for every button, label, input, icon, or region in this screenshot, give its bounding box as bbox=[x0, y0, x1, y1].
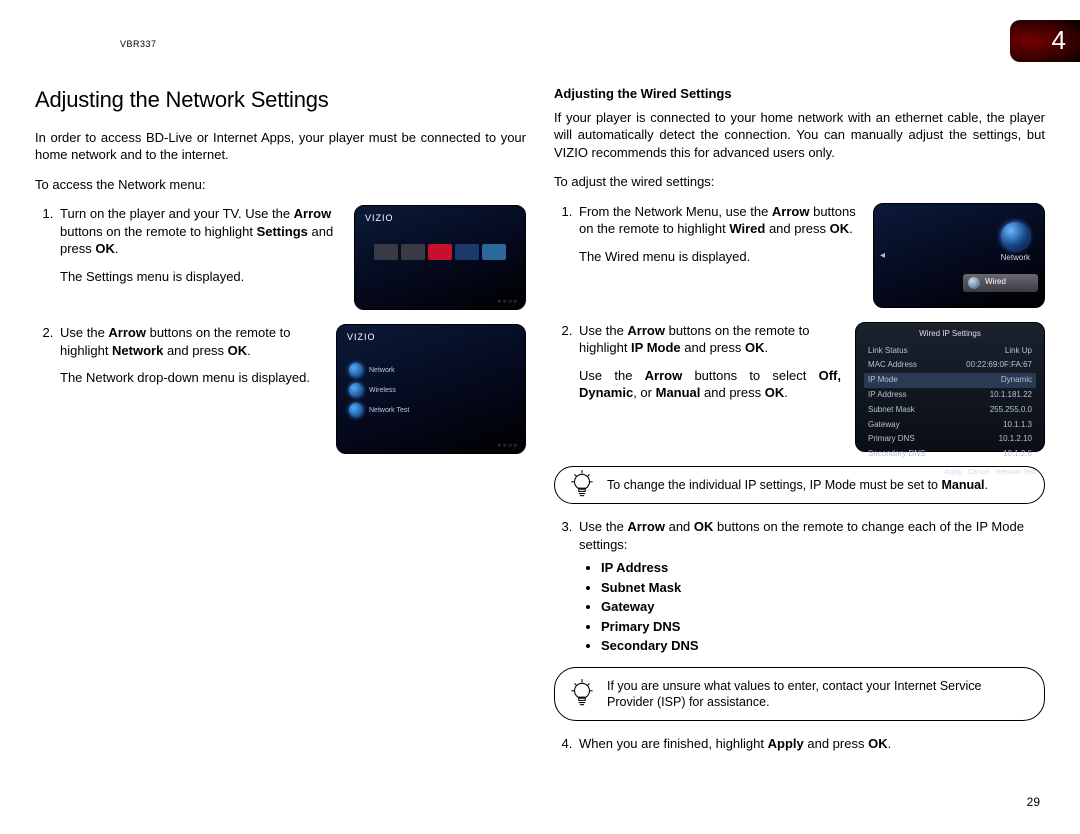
intro-paragraph: If your player is connected to your home… bbox=[554, 109, 1045, 162]
step-item: Use the Arrow buttons on the remote to h… bbox=[57, 324, 322, 387]
subsection-heading: Adjusting the Wired Settings bbox=[554, 85, 1045, 103]
ip-settings-title: Wired IP Settings bbox=[864, 329, 1036, 340]
step-item: Use the Arrow buttons on the remote to h… bbox=[576, 322, 841, 402]
app-icon bbox=[401, 244, 425, 260]
app-icon bbox=[374, 244, 398, 260]
wired-label: Wired bbox=[985, 277, 1006, 288]
arrow-icon: ◂ bbox=[880, 249, 885, 263]
step-item: From the Network Menu, use the Arrow but… bbox=[576, 203, 859, 266]
step-result: The Settings menu is displayed. bbox=[60, 268, 340, 286]
network-label: Network bbox=[1001, 253, 1030, 264]
step-sub: Use the Arrow buttons to select Off, Dyn… bbox=[579, 367, 841, 402]
step-item: Turn on the player and your TV. Use the … bbox=[57, 205, 340, 285]
step-result: The Network drop-down menu is displayed. bbox=[60, 369, 322, 387]
tip-box: To change the individual IP settings, IP… bbox=[554, 466, 1045, 504]
network-item: Network bbox=[1001, 222, 1030, 264]
list-item: IP Address bbox=[601, 559, 1045, 577]
lightbulb-icon bbox=[569, 678, 595, 710]
bottom-bar: ○ ○ ○ ○ bbox=[498, 298, 518, 306]
page-number: 29 bbox=[1027, 794, 1040, 810]
list-item: Primary DNS bbox=[601, 618, 1045, 636]
bottom-bar: ○ ○ ○ ○ bbox=[498, 442, 518, 450]
wired-icon bbox=[968, 277, 980, 289]
step-row: From the Network Menu, use the Arrow but… bbox=[554, 203, 1045, 308]
chapter-number: 4 bbox=[1052, 23, 1066, 58]
list-item: Gateway bbox=[601, 598, 1045, 616]
model-number: VBR337 bbox=[120, 38, 157, 50]
step-row: Use the Arrow buttons on the remote to h… bbox=[35, 324, 526, 454]
content-columns: Adjusting the Network Settings In order … bbox=[35, 85, 1045, 799]
access-label: To adjust the wired settings: bbox=[554, 173, 1045, 191]
screenshot-settings-menu: VIZIO ○ ○ ○ ○ bbox=[354, 205, 526, 310]
vizio-brand: VIZIO bbox=[365, 212, 394, 224]
menu-icon bbox=[349, 403, 363, 417]
right-column: Adjusting the Wired Settings If your pla… bbox=[554, 85, 1045, 799]
screenshot-network-menu: VIZIO Network Wireless Network Test ○ ○ … bbox=[336, 324, 526, 454]
menu-icon bbox=[349, 363, 363, 377]
step-item: When you are finished, highlight Apply a… bbox=[576, 735, 1045, 753]
access-label: To access the Network menu: bbox=[35, 176, 526, 194]
screenshot-ip-settings: Wired IP Settings Link StatusLink Up MAC… bbox=[855, 322, 1045, 452]
globe-icon bbox=[1001, 222, 1029, 250]
step-row: Use the Arrow buttons on the remote to h… bbox=[554, 322, 1045, 452]
pandora-icon bbox=[482, 244, 506, 260]
intro-paragraph: In order to access BD-Live or Internet A… bbox=[35, 129, 526, 164]
menu-icons: Network Wireless Network Test bbox=[349, 363, 409, 417]
step-row: Turn on the player and your TV. Use the … bbox=[35, 205, 526, 310]
tip-text: If you are unsure what values to enter, … bbox=[607, 679, 982, 709]
wired-button: Wired bbox=[963, 274, 1038, 292]
screenshot-wired-menu: ◂ Network Wired bbox=[873, 203, 1045, 308]
vizio-brand: VIZIO bbox=[347, 331, 376, 343]
step-result: The Wired menu is displayed. bbox=[579, 248, 859, 266]
list-item: Subnet Mask bbox=[601, 579, 1045, 597]
ip-settings-list: IP Address Subnet Mask Gateway Primary D… bbox=[579, 559, 1045, 655]
vudu-icon bbox=[455, 244, 479, 260]
step-item: Use the Arrow and OK buttons on the remo… bbox=[576, 518, 1045, 655]
tip-box: If you are unsure what values to enter, … bbox=[554, 667, 1045, 722]
app-row bbox=[355, 244, 525, 260]
menu-icon bbox=[349, 383, 363, 397]
netflix-icon bbox=[428, 244, 452, 260]
lightbulb-icon bbox=[569, 469, 595, 501]
section-heading: Adjusting the Network Settings bbox=[35, 85, 526, 115]
left-column: Adjusting the Network Settings In order … bbox=[35, 85, 526, 799]
list-item: Secondary DNS bbox=[601, 637, 1045, 655]
chapter-tab: 4 bbox=[1010, 20, 1080, 62]
